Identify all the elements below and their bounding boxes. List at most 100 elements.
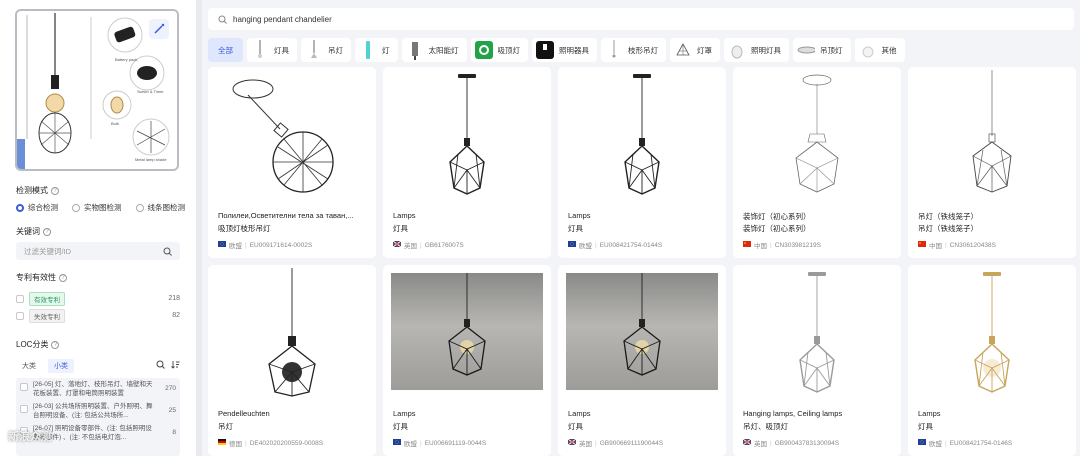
detect-mode-options: 综合检测 实物图检测 线条图检测 xyxy=(16,202,185,213)
result-subtitle: 吊灯 xyxy=(218,422,233,431)
checkbox[interactable] xyxy=(20,405,28,413)
result-id[interactable]: GB90066911190044S xyxy=(600,440,663,447)
result-title[interactable]: Lamps xyxy=(393,409,543,418)
checkbox[interactable] xyxy=(20,383,28,391)
category-lighting-lamps[interactable]: 照明灯具 xyxy=(724,38,789,62)
loc-item-count: 25 xyxy=(168,407,176,414)
help-icon[interactable]: ? xyxy=(51,186,59,195)
category-light[interactable]: 灯 xyxy=(355,38,398,62)
result-id[interactable]: EU008421754-0146S xyxy=(950,440,1013,447)
result-card[interactable]: Lamps 灯具 欧盟 | EU008421754-0144S xyxy=(558,67,726,258)
invalid-patent-tag: 失效专利 xyxy=(29,308,65,323)
result-title[interactable]: Pendelleuchten xyxy=(218,409,368,418)
result-thumbnail[interactable] xyxy=(908,67,1076,203)
validity-valid-option[interactable]: 有效专利 218 xyxy=(16,291,180,306)
result-id[interactable]: GB90043783130094S xyxy=(775,440,839,447)
count: 82 xyxy=(172,312,180,319)
search-bar[interactable]: hanging pendant chandelier xyxy=(208,8,1074,30)
category-ceiling-light[interactable]: 吸顶灯 xyxy=(470,38,528,62)
result-card[interactable]: 装饰灯（初心系列） 装饰灯（初心系列） 中国 | CN303981219S xyxy=(733,67,901,258)
result-country: 德国 xyxy=(229,441,242,448)
result-thumbnail[interactable] xyxy=(391,273,543,390)
category-other[interactable]: 其他 xyxy=(854,38,905,62)
result-card[interactable]: Lamps 灯具 英国 | GB6176007S xyxy=(383,67,551,258)
loc-list-item[interactable]: [26-05] 灯、落地灯、枝形吊灯、墙壁和天花板装置、灯罩和电筒照明装置 27… xyxy=(16,378,180,400)
category-solar-light[interactable]: 太阳能灯 xyxy=(401,38,467,62)
keyword-filter-input[interactable]: 过滤关键词/ID xyxy=(16,242,180,260)
category-all[interactable]: 全部 xyxy=(208,38,243,62)
result-id[interactable]: GB6176007S xyxy=(425,242,464,249)
result-thumbnail[interactable] xyxy=(733,67,901,203)
uploaded-image-preview[interactable]: Battery pack Switch & Timer Bulb Metal l… xyxy=(15,9,179,171)
result-thumbnail[interactable] xyxy=(908,265,1076,401)
category-pendant[interactable]: 吊灯 xyxy=(301,38,351,62)
category-lamps[interactable]: 灯具 xyxy=(247,38,297,62)
result-thumbnail[interactable] xyxy=(733,265,901,401)
tab-minor-class[interactable]: 小类 xyxy=(48,359,74,373)
eu-flag-icon xyxy=(393,439,401,447)
radio-photo[interactable]: 实物图检测 xyxy=(72,202,122,213)
help-icon[interactable]: ? xyxy=(43,227,51,236)
result-title[interactable]: Lamps xyxy=(568,211,718,220)
category-ceiling-hung[interactable]: 吊顶灯 xyxy=(793,38,851,62)
result-country: 中国 xyxy=(754,243,767,250)
category-lampshade[interactable]: 灯罩 xyxy=(670,38,720,62)
result-thumbnail[interactable] xyxy=(208,265,376,401)
watermark: 新浪众测 xyxy=(8,431,52,443)
loc-list: [26-05] 灯、落地灯、枝形吊灯、墙壁和天花板装置、灯罩和电筒照明装置 27… xyxy=(16,378,180,456)
de-flag-icon xyxy=(218,439,226,447)
checkbox[interactable] xyxy=(16,294,24,303)
result-title[interactable]: Lamps xyxy=(918,409,1068,418)
result-id[interactable]: EU009171614-0002S xyxy=(250,242,313,249)
upload-label-1: Battery pack xyxy=(115,57,137,62)
result-card[interactable]: Pendelleuchten 吊灯 德国 | DE402020200559-0008S xyxy=(208,265,376,456)
result-id[interactable]: EU008421754-0144S xyxy=(600,242,663,249)
sort-icon[interactable] xyxy=(171,360,180,369)
result-id[interactable]: CN306120438S xyxy=(950,242,996,249)
result-title[interactable]: Lamps xyxy=(393,211,543,220)
radio-line-drawing[interactable]: 线条图检测 xyxy=(135,202,185,213)
result-thumbnail[interactable] xyxy=(558,67,726,203)
keyword-placeholder: 过滤关键词/ID xyxy=(24,246,72,256)
result-thumbnail[interactable] xyxy=(208,67,376,203)
result-subtitle: 吊灯（铁线笼子） xyxy=(918,224,978,233)
search-icon[interactable] xyxy=(156,360,165,369)
category-chandelier[interactable]: 枝形吊灯 xyxy=(601,38,666,62)
result-title[interactable]: 装饰灯（初心系列） xyxy=(743,211,893,222)
result-country: 英国 xyxy=(754,441,767,448)
loc-list-item[interactable]: [26-03] 公共场所照明装置、户外照明、舞台照明设备、(注: 包括公共场所.… xyxy=(16,400,180,422)
eu-flag-icon xyxy=(918,439,926,447)
eu-flag-icon xyxy=(568,241,576,249)
result-id[interactable]: EU006691119-0044S xyxy=(425,440,487,447)
result-title[interactable]: Lamps xyxy=(568,409,718,418)
result-card[interactable]: Полилеи,Осветителни тела за таван,... 吸顶灯… xyxy=(208,67,376,258)
result-card[interactable]: Lamps 灯具 英国 | GB90066911190044S xyxy=(558,265,726,456)
result-card[interactable]: Hanging lamps, Ceiling lamps 吊灯、吸顶灯 英国 | GB9… xyxy=(733,265,901,456)
help-icon[interactable]: ? xyxy=(59,273,67,282)
separator: | xyxy=(420,241,422,249)
result-title[interactable]: 吊灯（铁线笼子） xyxy=(918,211,1068,222)
validity-invalid-option[interactable]: 失效专利 82 xyxy=(16,308,180,323)
result-id[interactable]: CN303981219S xyxy=(775,242,821,249)
result-thumbnail[interactable] xyxy=(383,67,551,203)
result-title[interactable]: Полилеи,Осветителни тела за таван,... xyxy=(218,211,368,220)
result-country: 欧盟 xyxy=(404,441,417,448)
search-input[interactable]: hanging pendant chandelier xyxy=(233,15,332,24)
result-thumbnail[interactable] xyxy=(566,273,718,390)
result-title[interactable]: Hanging lamps, Ceiling lamps xyxy=(743,409,893,418)
category-label: 其他 xyxy=(881,45,897,55)
help-icon[interactable]: ? xyxy=(51,340,60,349)
radio-comprehensive[interactable]: 综合检测 xyxy=(16,202,58,213)
loc-tools xyxy=(156,360,180,369)
result-meta: 欧盟 | EU008421754-0144S xyxy=(568,240,662,250)
tab-major-class[interactable]: 大类 xyxy=(16,359,42,373)
image-edit-button[interactable] xyxy=(149,19,169,39)
result-id[interactable]: DE402020200559-0008S xyxy=(250,440,323,447)
result-card[interactable]: Lamps 灯具 欧盟 | EU006691119-0044S xyxy=(383,265,551,456)
valid-patent-tag: 有效专利 xyxy=(29,291,65,306)
checkbox[interactable] xyxy=(16,311,24,320)
search-icon[interactable] xyxy=(163,247,172,256)
category-lighting-fixtures[interactable]: 照明器具 xyxy=(532,38,597,62)
result-card[interactable]: 吊灯（铁线笼子） 吊灯（铁线笼子） 中国 | CN306120438S xyxy=(908,67,1076,258)
result-card[interactable]: Lamps 灯具 欧盟 | EU008421754-0146S xyxy=(908,265,1076,456)
